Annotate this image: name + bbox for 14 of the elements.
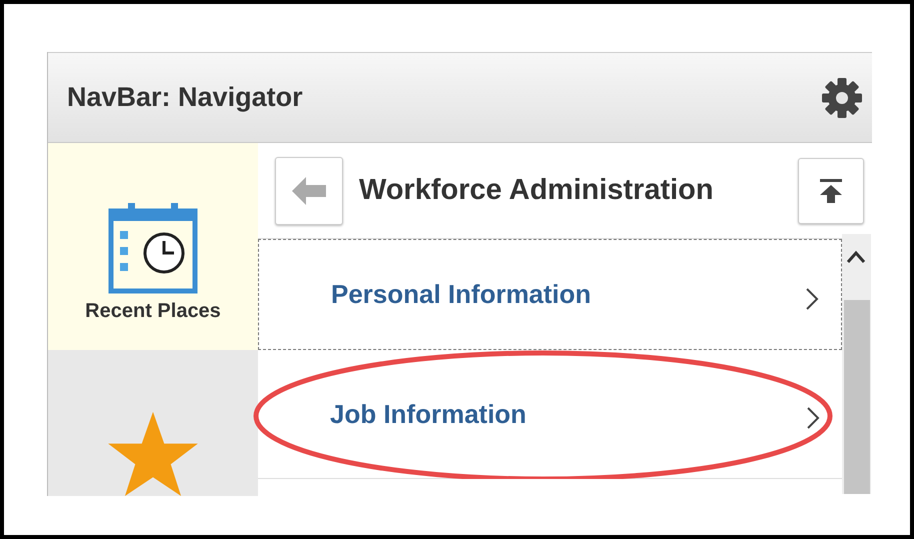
top-button[interactable] — [798, 158, 864, 224]
up-arrow-icon — [820, 178, 842, 202]
chevron-icon — [806, 406, 820, 430]
back-button[interactable] — [275, 156, 343, 224]
left-arrow-icon — [292, 176, 326, 204]
navbar-title: NavBar: Navigator — [67, 82, 303, 113]
settings-icon[interactable] — [822, 78, 862, 118]
folder-title: Workforce Administration — [359, 174, 714, 207]
navigator-tile[interactable] — [48, 350, 258, 496]
chevron-icon — [805, 286, 819, 310]
navigator-tile[interactable]: Recent Places — [48, 143, 258, 350]
scrollbar[interactable] — [842, 234, 871, 494]
calendar-clock-icon — [108, 201, 198, 295]
menu-item[interactable]: Personal Information — [258, 239, 842, 350]
